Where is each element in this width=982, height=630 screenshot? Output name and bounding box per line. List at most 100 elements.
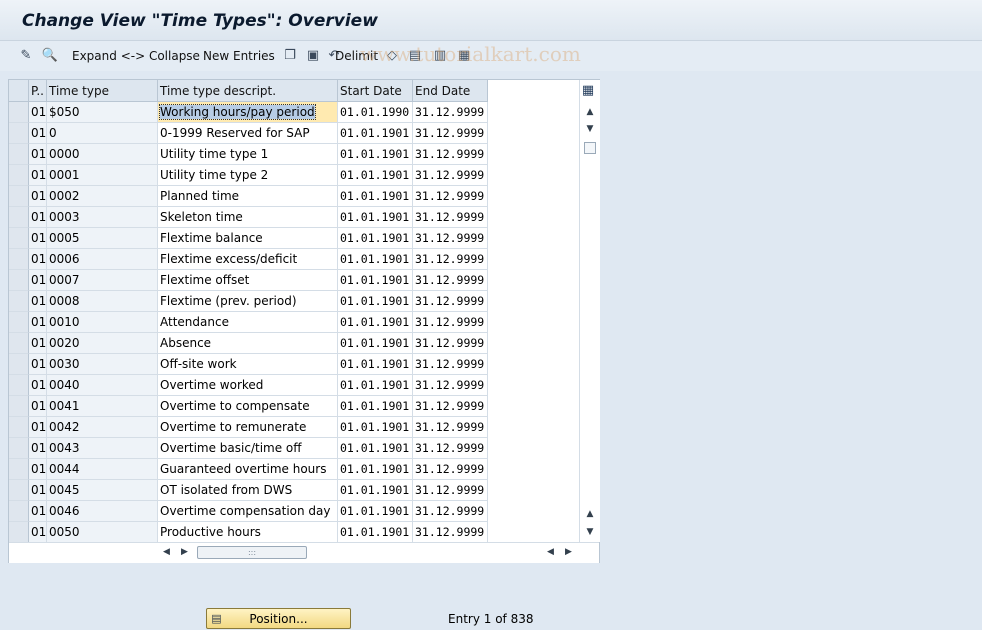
row-selector[interactable]: [9, 186, 29, 207]
row-selector[interactable]: [9, 228, 29, 249]
cell-end-date[interactable]: 31.12.9999: [413, 228, 488, 249]
cell-end-date[interactable]: 31.12.9999: [413, 480, 488, 501]
expand-collapse-button[interactable]: Expand <-> Collapse: [72, 49, 200, 63]
cell-description[interactable]: Absence: [158, 333, 338, 354]
row-selector[interactable]: [9, 144, 29, 165]
cell-description[interactable]: Overtime worked: [158, 375, 338, 396]
row-selector[interactable]: [9, 438, 29, 459]
cell-end-date[interactable]: 31.12.9999: [413, 375, 488, 396]
row-selector[interactable]: [9, 480, 29, 501]
page-down-icon[interactable]: ▼: [584, 526, 596, 538]
cell-start-date[interactable]: 01.01.1901: [338, 501, 413, 522]
select-all-icon[interactable]: ◇: [384, 47, 400, 63]
cell-description[interactable]: Flextime offset: [158, 270, 338, 291]
cell-end-date[interactable]: 31.12.9999: [413, 522, 488, 542]
cell-start-date[interactable]: 01.01.1901: [338, 354, 413, 375]
cell-start-date[interactable]: 01.01.1901: [338, 417, 413, 438]
row-selector[interactable]: [9, 123, 29, 144]
cell-start-date[interactable]: 01.01.1901: [338, 480, 413, 501]
cell-end-date[interactable]: 31.12.9999: [413, 354, 488, 375]
cell-start-date[interactable]: 01.01.1901: [338, 144, 413, 165]
row-selector[interactable]: [9, 249, 29, 270]
column-header-description[interactable]: Time type descript.: [158, 80, 338, 102]
horizontal-scroll-thumb[interactable]: :::: [197, 546, 307, 559]
cell-description[interactable]: OT isolated from DWS: [158, 480, 338, 501]
scroll-right-icon[interactable]: ▶: [181, 547, 188, 557]
cell-start-date[interactable]: 01.01.1901: [338, 123, 413, 144]
cell-end-date[interactable]: 31.12.9999: [413, 333, 488, 354]
column-header-time-type[interactable]: Time type: [47, 80, 158, 102]
cell-description[interactable]: Working hours/pay period: [158, 102, 338, 123]
copy-icon[interactable]: ❐: [282, 47, 298, 63]
delete-icon[interactable]: ▣: [305, 47, 321, 63]
cell-start-date[interactable]: 01.01.1901: [338, 375, 413, 396]
row-selector[interactable]: [9, 270, 29, 291]
cell-start-date[interactable]: 01.01.1901: [338, 207, 413, 228]
cell-description[interactable]: Guaranteed overtime hours: [158, 459, 338, 480]
cell-description[interactable]: Off-site work: [158, 354, 338, 375]
cell-description[interactable]: Overtime to compensate: [158, 396, 338, 417]
cell-description[interactable]: Overtime compensation day: [158, 501, 338, 522]
select-all-column-header[interactable]: [9, 80, 29, 102]
cell-end-date[interactable]: 31.12.9999: [413, 186, 488, 207]
cell-description[interactable]: Overtime basic/time off: [158, 438, 338, 459]
cell-end-date[interactable]: 31.12.9999: [413, 459, 488, 480]
cell-end-date[interactable]: 31.12.9999: [413, 417, 488, 438]
cell-end-date[interactable]: 31.12.9999: [413, 249, 488, 270]
cell-end-date[interactable]: 31.12.9999: [413, 102, 488, 123]
new-entries-button[interactable]: New Entries: [203, 49, 275, 63]
cell-start-date[interactable]: 01.01.1901: [338, 459, 413, 480]
cell-description[interactable]: Attendance: [158, 312, 338, 333]
cell-start-date[interactable]: 01.01.1901: [338, 438, 413, 459]
cell-end-date[interactable]: 31.12.9999: [413, 123, 488, 144]
row-selector[interactable]: [9, 459, 29, 480]
row-selector[interactable]: [9, 102, 29, 123]
scroll-left-end-icon[interactable]: ◀: [547, 547, 554, 557]
column-header-start-date[interactable]: Start Date: [338, 80, 413, 102]
cell-end-date[interactable]: 31.12.9999: [413, 312, 488, 333]
cell-end-date[interactable]: 31.12.9999: [413, 144, 488, 165]
cell-description[interactable]: 0-1999 Reserved for SAP: [158, 123, 338, 144]
cell-description[interactable]: Flextime (prev. period): [158, 291, 338, 312]
cell-end-date[interactable]: 31.12.9999: [413, 291, 488, 312]
scroll-left-icon[interactable]: ◀: [163, 547, 170, 557]
horizontal-scrollbar[interactable]: ◀ ▶ ::: ◀ ▶: [9, 542, 599, 563]
row-selector[interactable]: [9, 354, 29, 375]
cell-end-date[interactable]: 31.12.9999: [413, 501, 488, 522]
cell-end-date[interactable]: 31.12.9999: [413, 438, 488, 459]
cell-start-date[interactable]: 01.01.1901: [338, 249, 413, 270]
cell-end-date[interactable]: 31.12.9999: [413, 270, 488, 291]
vertical-scrollbar[interactable]: ▲ ▼ ▲ ▼: [579, 80, 600, 542]
cell-end-date[interactable]: 31.12.9999: [413, 207, 488, 228]
table-settings-icon[interactable]: ▦: [580, 82, 596, 98]
cell-description[interactable]: Flextime balance: [158, 228, 338, 249]
scroll-thumb[interactable]: [584, 142, 596, 154]
scroll-right-end-icon[interactable]: ▶: [565, 547, 572, 557]
select-block-icon[interactable]: ▤: [407, 47, 423, 63]
cell-start-date[interactable]: 01.01.1901: [338, 522, 413, 542]
cell-start-date[interactable]: 01.01.1901: [338, 228, 413, 249]
row-selector[interactable]: [9, 333, 29, 354]
page-up-icon[interactable]: ▲: [584, 508, 596, 520]
row-selector[interactable]: [9, 312, 29, 333]
cell-description[interactable]: Skeleton time: [158, 207, 338, 228]
print-icon[interactable]: ▦: [456, 47, 472, 63]
row-selector[interactable]: [9, 375, 29, 396]
cell-description[interactable]: Flextime excess/deficit: [158, 249, 338, 270]
row-selector[interactable]: [9, 501, 29, 522]
cell-start-date[interactable]: 01.01.1901: [338, 312, 413, 333]
column-header-end-date[interactable]: End Date: [413, 80, 488, 102]
cell-description[interactable]: Overtime to remunerate: [158, 417, 338, 438]
cell-end-date[interactable]: 31.12.9999: [413, 396, 488, 417]
cell-start-date[interactable]: 01.01.1901: [338, 165, 413, 186]
scroll-down-icon[interactable]: ▼: [584, 123, 596, 135]
cell-description[interactable]: Utility time type 2: [158, 165, 338, 186]
details-icon[interactable]: 🔍: [42, 47, 58, 63]
cell-start-date[interactable]: 01.01.1901: [338, 270, 413, 291]
scroll-up-icon[interactable]: ▲: [584, 106, 596, 118]
deselect-all-icon[interactable]: ▥: [432, 47, 448, 63]
row-selector[interactable]: [9, 165, 29, 186]
cell-start-date[interactable]: 01.01.1901: [338, 291, 413, 312]
row-selector[interactable]: [9, 207, 29, 228]
row-selector[interactable]: [9, 291, 29, 312]
